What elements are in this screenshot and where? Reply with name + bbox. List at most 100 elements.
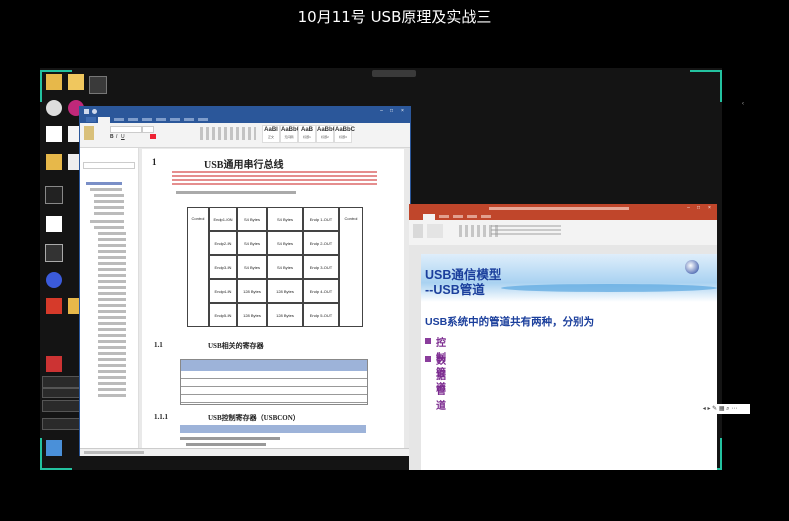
nav-heading[interactable] [98, 298, 126, 301]
tab-insert[interactable] [439, 215, 449, 218]
new-slide-icon[interactable] [413, 224, 423, 238]
tab-layout[interactable] [142, 118, 152, 121]
tab-transitions[interactable] [467, 215, 477, 218]
nav-heading[interactable] [98, 250, 126, 253]
save-icon[interactable] [84, 109, 89, 114]
desktop-icon[interactable] [40, 356, 68, 372]
ppt-titlebar[interactable]: – □ × [409, 204, 717, 213]
nav-heading[interactable] [98, 328, 126, 331]
font-name-select[interactable] [110, 126, 142, 133]
tab-file[interactable] [86, 117, 96, 122]
close-button[interactable]: × [706, 205, 713, 211]
nav-heading[interactable] [98, 334, 126, 337]
taskbar-preview[interactable] [42, 388, 82, 398]
nav-heading[interactable] [98, 304, 126, 307]
nav-heading[interactable] [98, 256, 126, 259]
nav-heading[interactable] [90, 188, 122, 191]
bold-button[interactable]: B [110, 134, 114, 140]
font-color-button[interactable] [150, 134, 156, 139]
app-icon [46, 440, 62, 456]
tab-mailings[interactable] [170, 118, 180, 121]
taskbar-preview[interactable] [42, 418, 84, 430]
nav-heading[interactable] [98, 364, 126, 367]
style-heading-3[interactable]: AaBbC 标题3 [334, 125, 355, 143]
maximize-button[interactable]: □ [388, 108, 395, 114]
nav-heading[interactable] [90, 220, 124, 223]
table-cell: S4 Bytes [267, 231, 303, 255]
table-cell: Endp 4-OUT [303, 279, 339, 303]
heading-number: 1 [152, 157, 157, 167]
nav-heading[interactable] [98, 388, 126, 391]
nav-heading[interactable] [94, 226, 124, 229]
word-titlebar[interactable]: – □ × [80, 107, 410, 116]
nav-heading[interactable] [98, 238, 126, 241]
tab-insert[interactable] [114, 118, 124, 121]
nav-heading[interactable] [98, 292, 126, 295]
nav-heading[interactable] [98, 310, 126, 313]
paste-icon[interactable] [84, 126, 94, 140]
minimize-button[interactable]: – [685, 205, 692, 211]
style-heading-2[interactable]: AaBbC 标题2 [316, 125, 337, 143]
nav-heading[interactable] [98, 280, 126, 283]
nav-heading[interactable] [98, 274, 126, 277]
minimize-button[interactable]: – [378, 108, 385, 114]
nav-heading[interactable] [86, 182, 122, 185]
endpoint-table: Control Endp1-I0N S4 Bytes S4 Bytes Endp… [187, 207, 363, 327]
undo-icon[interactable] [92, 109, 97, 114]
tab-view[interactable] [198, 118, 208, 121]
nav-heading[interactable] [98, 346, 126, 349]
style-normal[interactable]: AaBl 正文 [262, 125, 280, 143]
red-paragraph [172, 171, 377, 185]
tab-animations[interactable] [481, 215, 491, 218]
nav-heading[interactable] [94, 200, 124, 203]
layout-button[interactable] [427, 224, 443, 238]
tab-design[interactable] [453, 215, 463, 218]
tab-review[interactable] [184, 118, 194, 121]
nav-heading[interactable] [98, 358, 126, 361]
nav-heading[interactable] [98, 268, 126, 271]
nav-heading[interactable] [94, 194, 124, 197]
nav-heading[interactable] [98, 316, 126, 319]
desktop-icon[interactable] [40, 272, 68, 288]
style-no-spacing[interactable]: AaBbC 无间隔 [280, 125, 301, 143]
nav-heading[interactable] [98, 322, 126, 325]
nav-heading[interactable] [98, 376, 126, 379]
nav-heading[interactable] [98, 352, 126, 355]
underline-button[interactable]: U [121, 134, 125, 140]
style-heading-1[interactable]: AaB 标题1 [298, 125, 316, 143]
nav-search-input[interactable] [83, 162, 135, 169]
tab-references[interactable] [156, 118, 166, 121]
remote-status-badge[interactable] [372, 70, 416, 77]
desktop-icon[interactable] [40, 216, 68, 232]
nav-heading[interactable] [94, 212, 124, 215]
maximize-button[interactable]: □ [695, 205, 702, 211]
current-slide[interactable]: USB通信模型 --USB管道 USB系统中的管道共有两种，分别为 控制管道 数… [421, 254, 717, 470]
collapse-icon[interactable]: ‹ [742, 101, 748, 107]
desktop-icon[interactable] [40, 244, 68, 262]
nav-heading[interactable] [98, 232, 126, 235]
ppt-window-title [489, 207, 629, 210]
slide-mini-toolbar[interactable]: ◂ ▸ ✎ ▦ ⌕ ⋯ [690, 404, 750, 414]
word-window[interactable]: – □ × B I U AaBl 正文 AaBbC 无间隔 AaB 标题1 AaBbC… [79, 106, 411, 456]
usbcon-table [180, 425, 366, 433]
nav-heading[interactable] [98, 262, 126, 265]
desktop-icon[interactable] [40, 440, 68, 456]
font-size-select[interactable] [142, 126, 154, 133]
desktop-icon[interactable] [40, 186, 68, 204]
nav-heading[interactable] [98, 340, 126, 343]
desktop-icon[interactable] [84, 76, 112, 94]
nav-heading[interactable] [98, 286, 126, 289]
nav-heading[interactable] [94, 206, 124, 209]
nav-heading[interactable] [98, 382, 126, 385]
close-button[interactable]: × [399, 108, 406, 114]
nav-heading[interactable] [98, 244, 126, 247]
document-page[interactable]: 1 USB通用串行总线 Control Endp1-I0N S4 Bytes S… [142, 149, 404, 449]
paragraph-tools[interactable] [200, 127, 256, 140]
navigation-pane[interactable] [80, 148, 139, 448]
powerpoint-window[interactable]: – □ × USB通信模型 --USB管道 USB系统中的管道共有两种，分别为 … [409, 204, 717, 470]
nav-heading[interactable] [98, 394, 126, 397]
tab-design[interactable] [128, 118, 138, 121]
drawing-tools[interactable] [491, 225, 561, 237]
italic-button[interactable]: I [116, 134, 117, 140]
nav-heading[interactable] [98, 370, 126, 373]
